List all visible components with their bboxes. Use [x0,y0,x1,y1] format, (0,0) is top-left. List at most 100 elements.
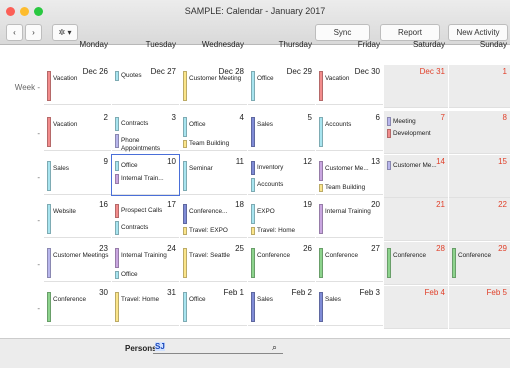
new-activity-button[interactable]: New Activity [448,24,508,41]
day-cell[interactable]: Dec 29 Office [248,65,315,105]
event-item[interactable]: Phone Appointments [115,137,177,152]
event-item[interactable]: Conference... [183,208,245,216]
day-cell[interactable]: 26 Conference [248,242,315,282]
day-cell[interactable]: Feb 4 [384,286,448,329]
day-cell[interactable]: 18 Conference... Travel: EXPO [180,198,247,238]
event-item[interactable]: Customer Meetings [47,252,109,260]
event-item[interactable]: Seminar [183,165,245,173]
settings-menu-button[interactable]: ✲ ▾ [52,24,78,41]
day-cell[interactable]: 22 [449,198,510,241]
day-cell[interactable]: 27 Conference [316,242,383,282]
sync-button[interactable]: Sync [315,24,370,41]
week-label[interactable]: - [0,173,40,182]
day-cell[interactable]: Dec 28 Customer Meeting [180,65,247,105]
day-cell[interactable]: 3 Contracts Phone Appointments [112,111,179,152]
report-button[interactable]: Report [380,24,440,41]
day-cell[interactable]: 13 Customer Me... Team Building [316,155,383,195]
event-item[interactable]: Vacation [47,75,109,83]
event-item[interactable]: Development [387,130,446,138]
event-item[interactable]: Prospect Calls [115,207,177,215]
day-cell[interactable]: Feb 2 Sales [248,286,315,326]
event-item[interactable]: Inventory [251,164,313,172]
event-item[interactable]: Conference [47,296,109,304]
day-cell[interactable]: 31 Travel: Home [112,286,179,326]
event-item[interactable]: Travel: Seattle [183,252,245,260]
day-cell[interactable]: Dec 31 [384,65,448,108]
event-item[interactable]: Office [183,121,245,129]
day-cell[interactable]: Dec 30 Vacation [316,65,383,105]
event-item[interactable]: Website [47,208,109,216]
day-cell[interactable]: 15 [449,155,510,198]
event-item[interactable]: Internal Training [319,208,381,216]
day-cell[interactable]: 17 Prospect Calls Contracts [112,198,179,238]
event-item[interactable]: Office [251,75,313,83]
event-item[interactable]: Quotes [115,72,177,80]
day-cell[interactable]: 20 Internal Training [316,198,383,238]
event-item[interactable]: Sales [251,121,313,129]
lookup-icon[interactable]: ⌕ [272,342,277,353]
event-item[interactable]: Internal Training [115,252,177,260]
event-item[interactable]: Sales [251,296,313,304]
event-item[interactable]: Sales [319,296,381,304]
week-label[interactable]: - [0,216,40,225]
week-label[interactable]: Week - [0,83,40,92]
week-label[interactable]: - [0,129,40,138]
day-cell[interactable]: Dec 27 Quotes [112,65,179,105]
event-item[interactable]: Customer Me... [387,162,446,170]
event-item[interactable]: Conference [319,252,381,260]
day-cell[interactable]: 14 Customer Me... [384,155,448,198]
day-cell[interactable]: 4 Office Team Building [180,111,247,151]
persons-field[interactable]: SJ [153,342,283,354]
event-item[interactable]: Conference [387,252,446,260]
day-cell[interactable]: 24 Internal Training Office [112,242,179,282]
event-item[interactable]: Office [183,296,245,304]
day-cell[interactable]: 16 Website [44,198,111,238]
event-item[interactable]: Meeting [387,118,446,126]
forward-button[interactable]: › [25,24,42,41]
event-item[interactable]: EXPO [251,208,313,216]
event-item[interactable]: Contracts [115,120,177,128]
day-cell[interactable]: 7 Meeting Development [384,111,448,154]
event-item[interactable]: Travel: EXPO [183,227,245,235]
day-cell[interactable]: 8 [449,111,510,154]
day-cell[interactable]: 23 Customer Meetings [44,242,111,282]
day-cell[interactable]: 12 Inventory Accounts [248,155,315,195]
back-button[interactable]: ‹ [6,24,23,41]
event-item[interactable]: Office [115,162,177,170]
day-cell[interactable]: 9 Sales [44,155,111,195]
event-item[interactable]: Office [115,271,177,279]
event-item[interactable]: Conference [251,252,313,260]
event-item[interactable]: Team Building [319,184,381,192]
event-item[interactable]: Vacation [47,121,109,129]
event-item[interactable]: Internal Train... [115,175,177,183]
event-item[interactable]: Contracts [115,224,177,232]
event-item[interactable]: Accounts [251,181,313,189]
event-item[interactable]: Accounts [319,121,381,129]
event-item[interactable]: Travel: Home [115,296,177,304]
event-item[interactable]: Customer Meeting [183,75,245,83]
day-cell[interactable]: 5 Sales [248,111,315,151]
day-cell[interactable]: 11 Seminar [180,155,247,195]
day-cell[interactable]: Feb 5 [449,286,510,329]
week-label[interactable]: - [0,304,40,313]
event-item[interactable]: Team Building [183,140,245,148]
event-item[interactable]: Customer Me... [319,165,381,173]
day-cell[interactable]: 2 Vacation [44,111,111,151]
day-cell[interactable]: 6 Accounts [316,111,383,151]
day-cell[interactable]: 10 Office Internal Train... [111,154,180,196]
day-cell[interactable]: Feb 3 Sales [316,286,383,326]
event-item[interactable]: Conference [452,252,508,260]
day-cell[interactable]: Dec 26 Vacation [44,65,111,105]
event-item[interactable]: Travel: Home [251,227,313,235]
day-cell[interactable]: 28 Conference [384,242,448,285]
day-cell[interactable]: 29 Conference [449,242,510,285]
day-cell[interactable]: Feb 1 Office [180,286,247,326]
event-item[interactable]: Sales [47,165,109,173]
event-item[interactable]: Vacation [319,75,381,83]
day-cell[interactable]: 1 [449,65,510,108]
week-label[interactable]: - [0,260,40,269]
day-cell[interactable]: 30 Conference [44,286,111,326]
day-cell[interactable]: 25 Travel: Seattle [180,242,247,282]
day-cell[interactable]: 19 EXPO Travel: Home [248,198,315,238]
day-cell[interactable]: 21 [384,198,448,241]
